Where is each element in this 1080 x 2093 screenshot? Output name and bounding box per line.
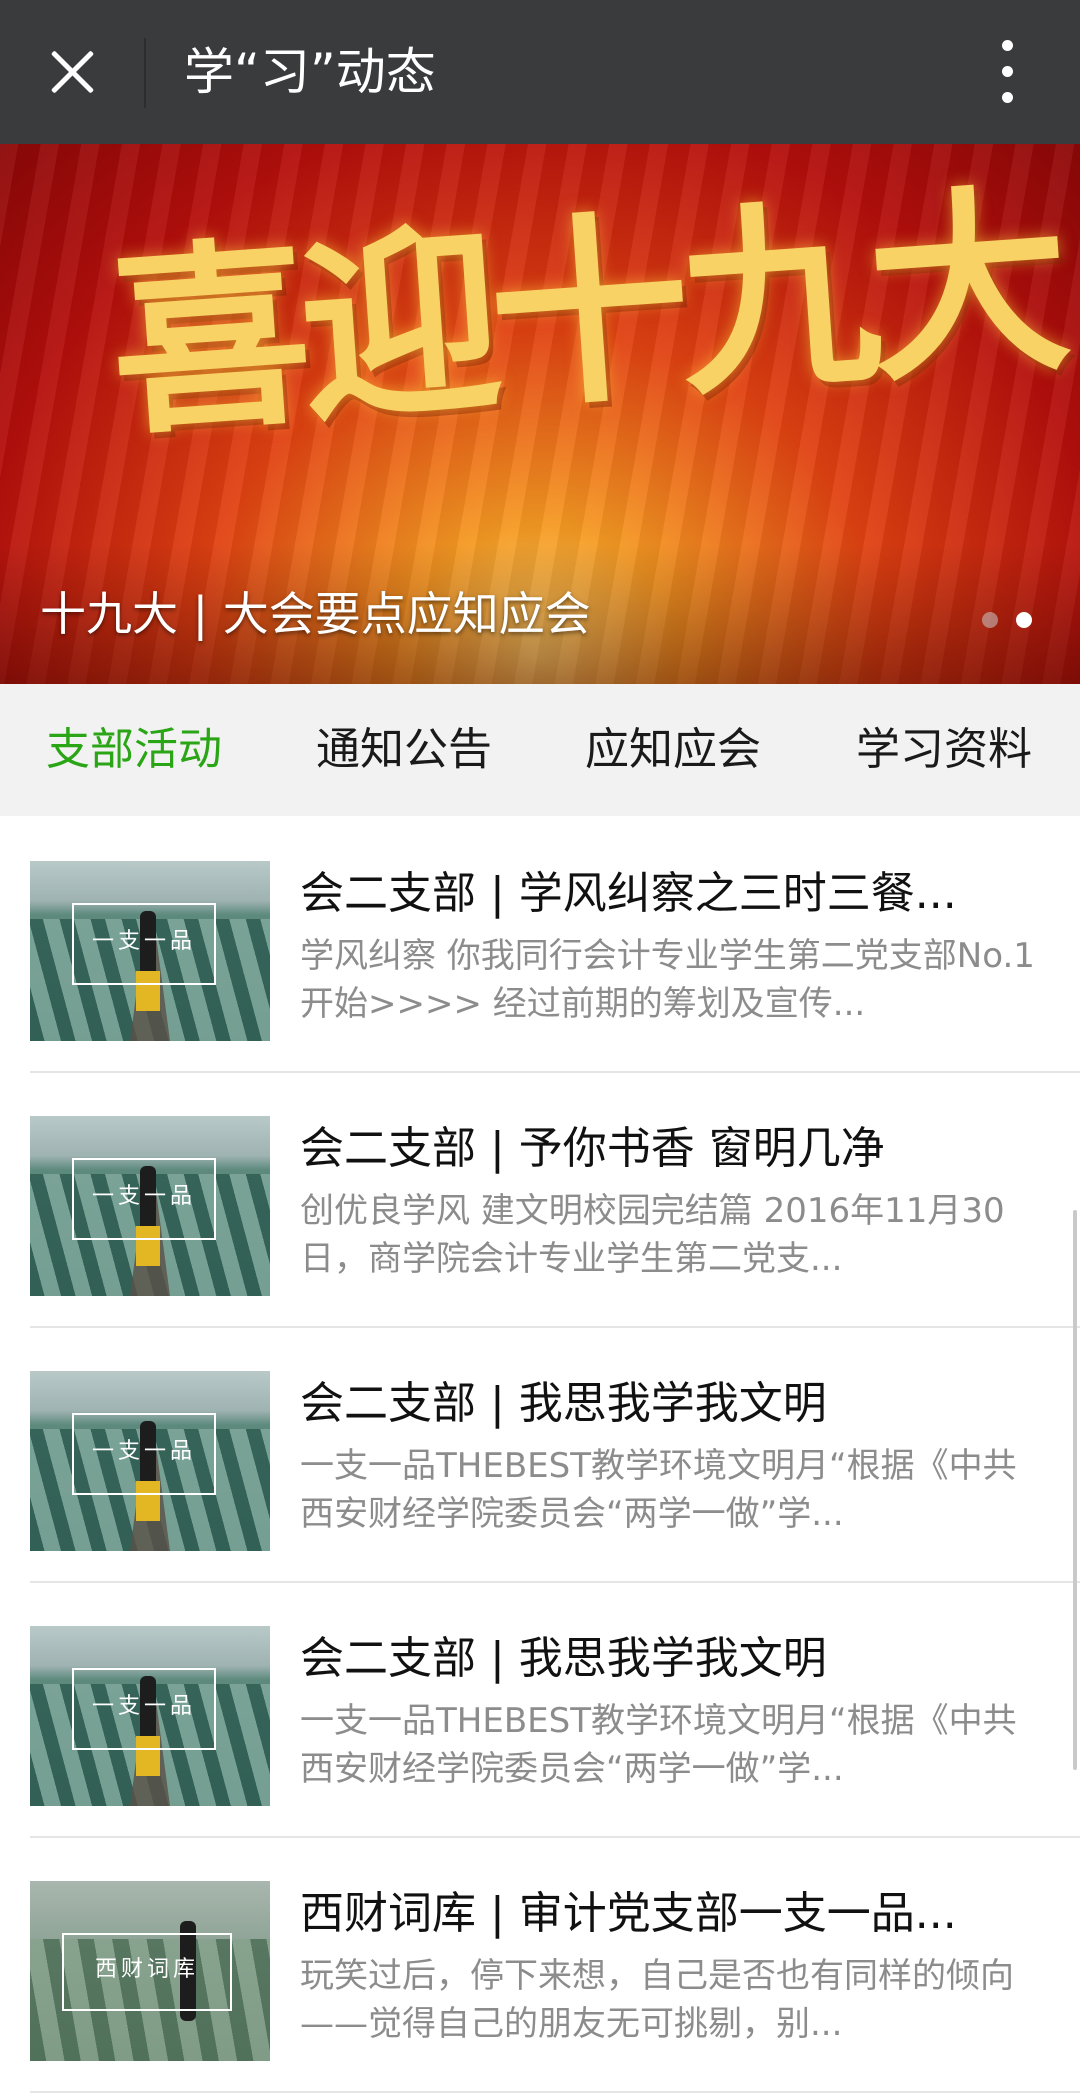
thumbnail-logo-text: 一支一品	[91, 929, 196, 954]
header-divider	[144, 38, 146, 108]
list-item[interactable]: 一支一品 会二支部 | 我思我学我文明 一支一品THEBEST教学环境文明月“根…	[30, 1581, 1080, 1838]
more-vertical-icon[interactable]	[990, 38, 1026, 106]
tab-notices[interactable]: 通知公告	[316, 720, 492, 780]
category-tabs: 支部活动 通知公告 应知应会 学习资料	[0, 684, 1080, 816]
article-title: 会二支部 | 我思我学我文明	[300, 1633, 827, 1684]
article-thumbnail: 西财词库	[30, 1881, 270, 2061]
top-navigation-bar: 学“习”动态	[0, 0, 1080, 144]
article-summary: 一支一品THEBEST教学环境文明月“根据《中共西安财经学院委员会“两学一做”学…	[300, 1701, 1017, 1789]
close-icon[interactable]	[40, 40, 104, 104]
scrollbar[interactable]	[1073, 1210, 1077, 1770]
thumbnail-logo-text: 一支一品	[91, 1694, 196, 1719]
list-item[interactable]: 一支一品 会二支部 | 予你书香 窗明几净 创优良学风 建文明校园完结篇 201…	[30, 1071, 1080, 1328]
article-thumbnail: 一支一品	[30, 1371, 270, 1551]
tab-branch-activities[interactable]: 支部活动	[46, 720, 222, 780]
tab-study-materials[interactable]: 学习资料	[856, 720, 1032, 780]
article-title: 会二支部 | 学风纠察之三时三餐...	[300, 868, 957, 919]
tab-essentials[interactable]: 应知应会	[585, 720, 761, 780]
article-title: 会二支部 | 予你书香 窗明几净	[300, 1123, 885, 1174]
banner-caption: 十九大 | 大会要点应知应会	[40, 587, 591, 641]
list-item[interactable]: 西财词库 西财词库 | 审计党支部一支一品... 玩笑过后，停下来想，自己是否也…	[30, 1836, 1080, 2093]
list-item[interactable]: 一支一品 会二支部 | 学风纠察之三时三餐... 学风纠察 你我同行会计专业学生…	[30, 816, 1080, 1073]
article-summary: 玩笑过后，停下来想，自己是否也有同样的倾向——觉得自己的朋友无可挑剔，别...	[300, 1956, 1014, 2044]
article-summary: 一支一品THEBEST教学环境文明月“根据《中共西安财经学院委员会“两学一做”学…	[300, 1446, 1017, 1534]
banner-carousel[interactable]: 喜迎十九大 十九大 | 大会要点应知应会	[0, 144, 1080, 684]
article-thumbnail: 一支一品	[30, 1626, 270, 1806]
carousel-dot-1[interactable]	[982, 612, 998, 628]
list-item[interactable]: 一支一品 会二支部 | 我思我学我文明 一支一品THEBEST教学环境文明月“根…	[30, 1326, 1080, 1583]
article-title: 西财词库 | 审计党支部一支一品...	[300, 1888, 957, 1939]
article-thumbnail: 一支一品	[30, 1116, 270, 1296]
thumbnail-logo-text: 西财词库	[94, 1957, 199, 1982]
carousel-dot-2[interactable]	[1016, 612, 1032, 628]
article-summary: 创优良学风 建文明校园完结篇 2016年11月30日，商学院会计专业学生第二党支…	[300, 1191, 1005, 1279]
article-summary: 学风纠察 你我同行会计专业学生第二党支部No.1开始>>>> 经过前期的筹划及宣…	[300, 936, 1035, 1024]
thumbnail-logo-text: 一支一品	[91, 1439, 196, 1464]
article-title: 会二支部 | 我思我学我文明	[300, 1378, 827, 1429]
thumbnail-logo-text: 一支一品	[91, 1184, 196, 1209]
page-title: 学“习”动态	[184, 43, 436, 101]
article-thumbnail: 一支一品	[30, 861, 270, 1041]
